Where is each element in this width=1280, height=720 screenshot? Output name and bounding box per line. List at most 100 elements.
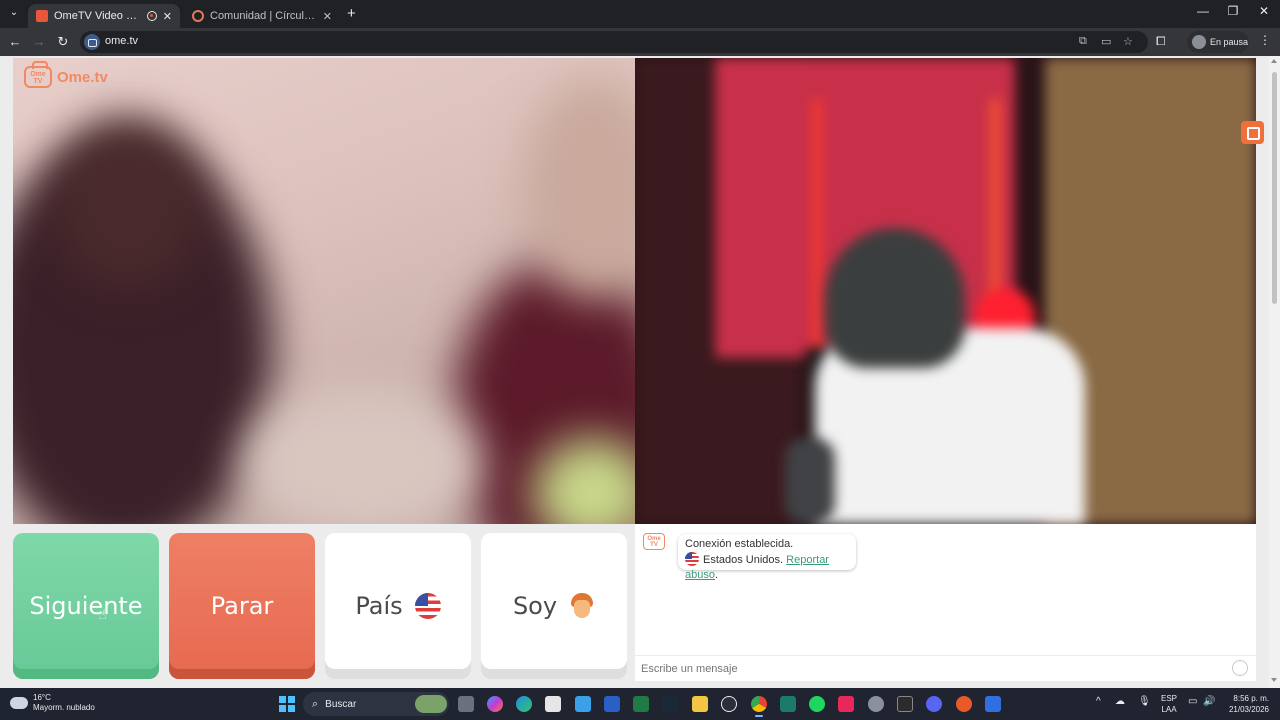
partner-video xyxy=(13,58,635,524)
tab-ometv[interactable]: OmeTV Video Chat — Ome ✕ xyxy=(28,4,180,28)
translate-icon[interactable]: ⧉ xyxy=(1079,35,1087,48)
discord-icon[interactable] xyxy=(926,696,942,712)
search-highlight-icon xyxy=(415,695,447,713)
copilot-icon[interactable] xyxy=(487,696,503,712)
cast-icon[interactable]: ▭ xyxy=(1101,35,1111,48)
bookmark-star-icon[interactable]: ☆ xyxy=(1123,35,1133,48)
taskbar-search[interactable]: ⌕ Buscar xyxy=(303,692,449,716)
brave-icon[interactable] xyxy=(956,696,972,712)
profile-button[interactable]: En pausa xyxy=(1187,31,1249,53)
clock-time: 8:56 p. m. xyxy=(1233,694,1269,703)
lang-bottom: LAA xyxy=(1161,705,1177,714)
obs-icon[interactable] xyxy=(721,696,737,712)
mouse-pointer-icon: ☝ xyxy=(98,606,107,622)
url-text: ome.tv xyxy=(105,35,139,47)
emoji-icon[interactable] xyxy=(1232,660,1248,676)
lang-top: ESP xyxy=(1161,694,1178,703)
reload-icon[interactable]: ↻ xyxy=(55,34,71,50)
forward-icon[interactable]: → xyxy=(31,34,47,50)
us-flag-icon xyxy=(685,552,699,566)
network-icon[interactable]: ▭ xyxy=(1188,696,1197,707)
new-tab-icon[interactable]: + xyxy=(347,5,356,22)
clock[interactable]: 8:56 p. m. 21/03/2026 xyxy=(1223,693,1269,715)
site-info-icon[interactable] xyxy=(84,34,100,50)
excel-icon[interactable] xyxy=(633,696,649,712)
tab-title: OmeTV Video Chat — Ome xyxy=(54,10,143,22)
edge-icon[interactable] xyxy=(516,696,532,712)
onedrive-cloud-icon[interactable]: ☁ xyxy=(1115,696,1125,707)
close-tab-icon[interactable]: ✕ xyxy=(163,10,172,23)
mail-icon[interactable] xyxy=(575,696,591,712)
report-suffix: . xyxy=(714,569,719,581)
menu-kebab-icon[interactable]: ⋮ xyxy=(1259,33,1271,47)
country-label: País xyxy=(355,592,403,620)
logo-text: Ome.tv xyxy=(57,68,108,86)
task-view-icon[interactable] xyxy=(458,696,474,712)
partner-country: Estados Unidos. xyxy=(703,554,784,566)
start-windows-icon[interactable] xyxy=(279,696,295,712)
file-explorer-icon[interactable] xyxy=(692,696,708,712)
tab-comunidad[interactable]: Comunidad | Círculo de Importan ✕ xyxy=(184,4,340,28)
epic-games-icon[interactable] xyxy=(897,696,913,712)
avatar xyxy=(1192,35,1206,49)
app-icon[interactable] xyxy=(780,696,796,712)
page-scrollbar[interactable] xyxy=(1269,56,1280,688)
gender-button[interactable]: Soy xyxy=(481,533,627,679)
defender-shield-icon[interactable] xyxy=(985,696,1001,712)
temperature: 16°C xyxy=(33,693,51,702)
us-flag-icon xyxy=(414,593,441,619)
search-label: Buscar xyxy=(325,698,357,710)
microphone-icon[interactable]: 🎙 xyxy=(1138,696,1151,707)
search-icon: ⌕ xyxy=(312,697,319,710)
back-icon[interactable]: ← xyxy=(7,34,23,50)
recording-icon xyxy=(146,11,157,21)
close-window-icon[interactable]: ✕ xyxy=(1249,4,1279,18)
close-tab-icon[interactable]: ✕ xyxy=(323,10,332,23)
extensions-icon[interactable]: ⧠ xyxy=(1156,34,1166,49)
store-icon[interactable] xyxy=(545,696,561,712)
chrome-icon[interactable] xyxy=(751,696,767,717)
screenshot-icon[interactable] xyxy=(1241,121,1264,144)
outlook-icon[interactable] xyxy=(604,696,620,712)
weather-widget[interactable]: 16°C Mayorm. nublado xyxy=(10,693,95,713)
gender-label: Soy xyxy=(512,592,558,620)
volume-icon[interactable]: 🔊 xyxy=(1203,696,1215,707)
country-button[interactable]: País xyxy=(325,533,471,679)
address-bar[interactable]: ome.tv ⧉ ▭ ☆ xyxy=(80,31,1148,53)
browser-toolbar: ← → ↻ ome.tv ⧉ ▭ ☆ ⧠ En pausa ⋮ xyxy=(0,28,1280,56)
ometv-favicon-icon xyxy=(36,10,48,22)
connection-status: Conexión establecida. xyxy=(685,538,794,550)
tab-search-icon[interactable]: ⌄ xyxy=(6,5,22,21)
next-button[interactable]: Siguiente xyxy=(13,533,159,679)
tiktok-icon[interactable] xyxy=(838,696,854,712)
message-input[interactable] xyxy=(641,660,1221,678)
weather-condition: Mayorm. nublado xyxy=(33,703,95,712)
scroll-down-icon[interactable] xyxy=(1271,678,1277,682)
system-message: Conexión establecida. Estados Unidos. Re… xyxy=(678,534,856,581)
taskbar: 16°C Mayorm. nublado ⌕ Buscar ^ ☁ 🎙 ESP … xyxy=(0,688,1280,720)
profile-label: En pausa xyxy=(1210,37,1249,47)
comunidad-favicon-icon xyxy=(192,10,204,22)
language-indicator[interactable]: ESP LAA xyxy=(1161,693,1177,715)
stop-label: Parar xyxy=(210,592,274,620)
steam-icon[interactable] xyxy=(662,696,678,712)
ometv-logo[interactable]: Ome TV Ome.tv xyxy=(24,66,108,88)
cloud-icon xyxy=(10,697,28,709)
tab-title: Comunidad | Círculo de Importan xyxy=(210,10,317,22)
self-video xyxy=(635,58,1256,524)
spotify-icon[interactable] xyxy=(809,696,825,712)
boy-face-icon xyxy=(569,593,595,619)
tv-logo-icon: Ome TV xyxy=(24,66,52,88)
chevron-up-icon[interactable]: ^ xyxy=(1096,696,1101,707)
minimize-icon[interactable]: — xyxy=(1188,4,1218,18)
scroll-thumb[interactable] xyxy=(1272,72,1277,304)
settings-gear-icon[interactable] xyxy=(868,696,884,712)
stop-button[interactable]: Parar xyxy=(169,533,315,679)
scroll-up-icon[interactable] xyxy=(1271,59,1277,63)
clock-date: 21/03/2026 xyxy=(1228,705,1269,714)
partner-country-line: Estados Unidos. Reportar abuso. xyxy=(685,552,849,583)
maximize-icon[interactable]: ❐ xyxy=(1218,4,1248,18)
next-label: Siguiente xyxy=(29,592,143,620)
chat-input-bar xyxy=(635,655,1256,681)
chat-panel: Ome TV Conexión establecida. Estados Uni… xyxy=(635,524,1256,681)
